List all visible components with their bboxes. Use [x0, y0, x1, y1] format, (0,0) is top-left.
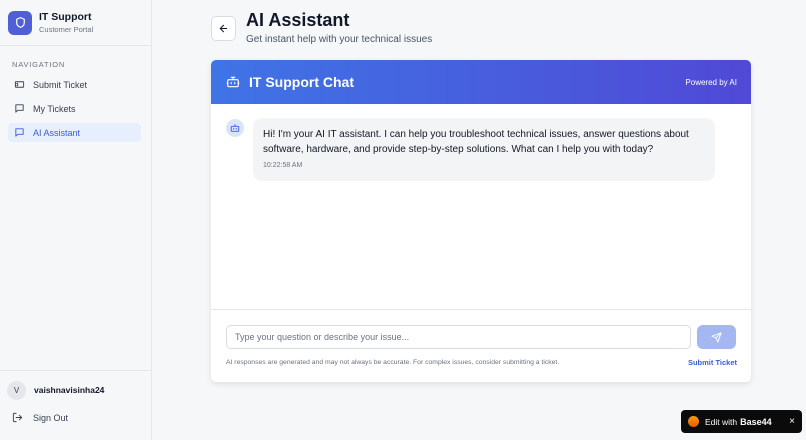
chat-title: IT Support Chat [249, 74, 354, 90]
edit-with-base44-badge[interactable]: Edit with Base44 × [681, 410, 802, 433]
chat-header: IT Support Chat Powered by AI [211, 60, 751, 104]
message-square-icon [15, 104, 24, 113]
sidebar-nav: Submit Ticket My Tickets AI Assistant [0, 75, 151, 142]
message-square-icon [15, 128, 24, 137]
log-out-icon [12, 412, 23, 423]
sign-out-button[interactable]: Sign Out [12, 412, 151, 423]
sidebar: IT Support Customer Portal NAVIGATION Su… [0, 0, 152, 440]
nav-heading: NAVIGATION [12, 60, 66, 69]
send-button[interactable] [697, 325, 736, 349]
base44-logo-icon [688, 416, 699, 427]
sign-out-label: Sign Out [33, 412, 69, 423]
shield-icon [8, 10, 32, 35]
bot-message: Hi! I'm your AI IT assistant. I can help… [253, 118, 715, 181]
powered-by-label: Powered by AI [685, 77, 737, 87]
page-subtitle: Get instant help with your technical iss… [246, 34, 433, 45]
username: vaishnavisinha24 [34, 385, 105, 395]
chat-input[interactable] [226, 325, 691, 349]
message-list: Hi! I'm your AI IT assistant. I can help… [211, 104, 751, 309]
sidebar-item-label: AI Assistant [33, 127, 81, 138]
bot-icon [230, 124, 240, 132]
badge-brand: Base44 [740, 416, 772, 427]
arrow-left-icon [219, 24, 228, 33]
chat-card: IT Support Chat Powered by AI Hi! I'm yo… [211, 60, 751, 382]
brand-title: IT Support [39, 11, 92, 23]
submit-ticket-link[interactable]: Submit Ticket [688, 358, 737, 367]
sidebar-item-label: Submit Ticket [33, 79, 88, 90]
sidebar-item-ai-assistant[interactable]: AI Assistant [8, 123, 141, 142]
sidebar-item-my-tickets[interactable]: My Tickets [8, 99, 141, 118]
sidebar-item-label: My Tickets [33, 103, 76, 114]
sidebar-item-submit-ticket[interactable]: Submit Ticket [8, 75, 141, 94]
chat-input-area: AI responses are generated and may not a… [211, 309, 751, 382]
bot-avatar [226, 119, 244, 137]
user-block: V vaishnavisinha24 Sign Out [0, 370, 151, 440]
ai-disclaimer: AI responses are generated and may not a… [226, 359, 560, 366]
user-profile[interactable]: V vaishnavisinha24 [7, 380, 151, 400]
page-title: AI Assistant [246, 10, 350, 30]
close-icon[interactable]: × [789, 416, 795, 427]
ticket-icon [14, 81, 25, 88]
message-timestamp: 10:22:58 AM [263, 162, 303, 169]
bot-icon [226, 76, 240, 88]
back-button[interactable] [211, 16, 236, 41]
badge-prefix: Edit with [705, 416, 738, 427]
brand-subtitle: Customer Portal [39, 25, 94, 34]
avatar: V [7, 380, 26, 400]
message-text: Hi! I'm your AI IT assistant. I can help… [263, 129, 689, 155]
send-icon [711, 331, 722, 343]
brand: IT Support Customer Portal [0, 0, 151, 46]
